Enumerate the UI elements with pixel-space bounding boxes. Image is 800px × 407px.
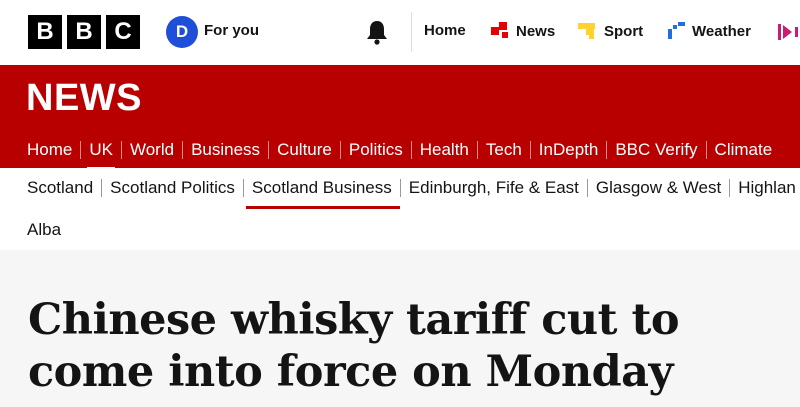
subnav-item-highlands[interactable]: Highlan — [730, 178, 800, 198]
news-title[interactable]: NEWS — [26, 77, 142, 120]
top-nav-label: Home — [424, 22, 466, 39]
nav-item-culture[interactable]: Culture — [269, 140, 340, 160]
secondary-nav: Scotland Scotland Politics Scotland Busi… — [0, 168, 800, 250]
primary-nav: Home UK World Business Culture Politics … — [0, 131, 781, 170]
nav-item-politics[interactable]: Politics — [341, 140, 411, 160]
nav-item-climate[interactable]: Climate — [707, 140, 781, 160]
top-nav-weather[interactable]: Weather — [667, 22, 751, 40]
subnav-item-edinburgh[interactable]: Edinburgh, Fife & East — [401, 178, 587, 198]
subnav-item-scotland-business[interactable]: Scotland Business — [244, 178, 400, 209]
divider — [411, 12, 412, 52]
top-bar: B B C D For you Home News Sport Weather — [0, 0, 800, 65]
top-nav-news[interactable]: News — [491, 22, 555, 40]
top-nav-home[interactable]: Home — [424, 22, 466, 39]
nav-item-uk[interactable]: UK — [81, 140, 121, 170]
nav-item-world[interactable]: World — [122, 140, 182, 160]
top-nav-sport[interactable]: Sport — [578, 22, 643, 40]
nav-item-home[interactable]: Home — [0, 140, 80, 160]
subnav-item-glasgow[interactable]: Glasgow & West — [588, 178, 729, 198]
sport-icon — [578, 23, 595, 39]
nav-item-business[interactable]: Business — [183, 140, 268, 160]
article-headline: Chinese whisky tariff cut to come into f… — [28, 295, 680, 397]
weather-icon — [668, 22, 685, 39]
nav-item-indepth[interactable]: InDepth — [531, 140, 607, 160]
subnav-item-scotland[interactable]: Scotland — [0, 178, 101, 198]
news-icon — [491, 22, 508, 38]
for-you-link[interactable]: For you — [204, 22, 259, 39]
nav-item-bbc-verify[interactable]: BBC Verify — [607, 140, 705, 160]
bbc-logo[interactable]: B B C — [28, 15, 140, 49]
article-header: Chinese whisky tariff cut to come into f… — [0, 250, 800, 407]
notifications-bell-icon[interactable] — [364, 18, 390, 46]
logo-letter: B — [67, 15, 101, 49]
account-avatar[interactable]: D — [166, 16, 198, 48]
secondary-nav-row: Scotland Scotland Politics Scotland Busi… — [0, 178, 800, 209]
top-nav-label: Weather — [692, 22, 751, 40]
news-band: NEWS Home UK World Business Culture Poli… — [0, 65, 800, 170]
nav-item-health[interactable]: Health — [412, 140, 477, 160]
subnav-item-alba[interactable]: Alba — [27, 220, 61, 240]
subnav-item-scotland-politics[interactable]: Scotland Politics — [102, 178, 243, 198]
iplayer-icon[interactable] — [778, 24, 800, 40]
top-nav-label: News — [516, 22, 556, 40]
nav-item-tech[interactable]: Tech — [478, 140, 530, 160]
top-nav-label: Sport — [604, 22, 644, 40]
logo-letter: C — [106, 15, 140, 49]
logo-letter: B — [28, 15, 62, 49]
